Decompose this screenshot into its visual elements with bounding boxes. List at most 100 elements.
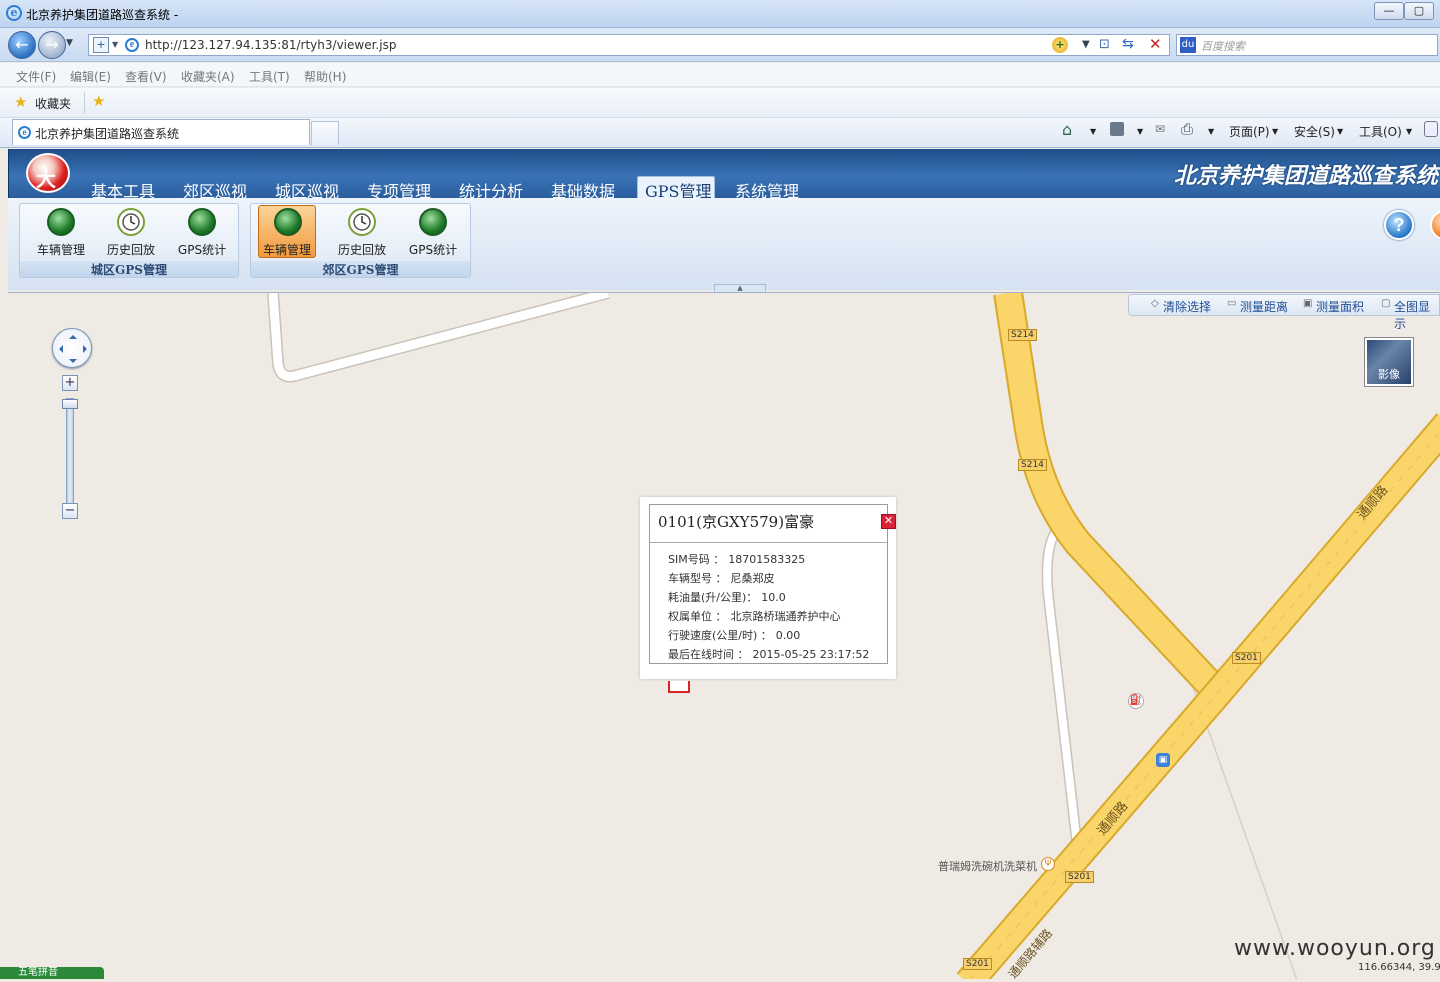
row-value: 尼桑郑皮 <box>730 572 775 585</box>
gps-stats-icon <box>188 208 216 236</box>
zoom-slider-thumb[interactable] <box>62 399 78 409</box>
menu-tools[interactable]: 工具(T) <box>249 68 290 85</box>
stop-icon[interactable]: ✕ <box>1149 35 1162 53</box>
clear-selection-button[interactable]: 清除选择 <box>1163 298 1211 315</box>
full-extent-button[interactable]: 全图显示 <box>1394 298 1440 332</box>
restaurant-icon[interactable]: Ψ <box>1041 857 1055 871</box>
page-icon: e <box>125 38 139 52</box>
popup-title: 0101(京GXY579)富豪 <box>658 513 815 531</box>
history-dropdown-icon[interactable]: ▼ <box>66 38 73 48</box>
suburb-vehicle-mgmt-button[interactable]: 车辆管理 <box>258 205 316 258</box>
tools-dropdown-icon[interactable]: ▼ <box>1406 127 1412 136</box>
app-title: 北京养护集团道路巡查系统 <box>1173 163 1438 189</box>
window-title: 北京养护集团道路巡查系统 - <box>26 8 179 22</box>
url-text[interactable]: http://123.127.94.135:81/rtyh3/viewer.js… <box>145 38 396 52</box>
suburb-history-replay-button[interactable]: 历史回放 <box>333 206 391 258</box>
tab-title: 北京养护集团道路巡查系统 <box>35 127 180 141</box>
ie-logo-icon: e <box>6 5 22 21</box>
compat-view-icon[interactable]: + <box>93 37 109 53</box>
menu-edit[interactable]: 编辑(E) <box>70 68 111 85</box>
bus-stop-icon[interactable]: ▣ <box>1156 753 1170 767</box>
road-shield-s214: S214 <box>1018 459 1047 471</box>
popup-row-speed: 行驶速度(公里/时) ： 0.00 <box>668 627 800 643</box>
city-vehicle-mgmt-button[interactable]: 车辆管理 <box>32 206 90 258</box>
help-icon[interactable]: ? <box>1384 210 1414 240</box>
favorites-button[interactable]: 收藏夹 <box>35 95 71 112</box>
road-shield-s201: S201 <box>1232 652 1261 664</box>
search-placeholder: 百度搜索 <box>1201 40 1245 53</box>
imagery-toggle-button[interactable]: 影像 <box>1364 337 1414 387</box>
mail-icon[interactable]: ✉ <box>1155 122 1165 136</box>
back-button[interactable]: ← <box>8 31 36 59</box>
row-value: 0.00 <box>775 629 801 642</box>
add-favorite-icon[interactable]: ★ <box>92 92 105 110</box>
baidu-icon: du <box>1180 37 1196 53</box>
eraser-icon: ◇ <box>1151 298 1159 309</box>
menu-file[interactable]: 文件(F) <box>16 68 56 85</box>
collapse-ribbon-handle[interactable]: ▲ <box>714 284 766 292</box>
tab-active[interactable]: e 北京养护集团道路巡查系统 <box>12 119 310 145</box>
row-key: SIM号码 ： <box>668 553 725 566</box>
row-key: 车辆型号 ： <box>668 572 727 585</box>
print-icon[interactable]: ⎙ <box>1181 120 1193 138</box>
button-label: 历史回放 <box>337 243 386 257</box>
poi-label[interactable]: 普瑞姆洗碗机洗菜机 <box>938 858 1037 874</box>
road-shield-s214: S214 <box>1008 329 1037 341</box>
compat-icon[interactable]: ⊡ <box>1099 37 1110 52</box>
pan-control[interactable] <box>52 328 92 368</box>
address-bar[interactable]: + ▼ e http://123.127.94.135:81/rtyh3/vie… <box>88 34 1170 56</box>
feeds-icon[interactable] <box>1110 122 1124 136</box>
minimize-button[interactable]: — <box>1374 2 1404 20</box>
home-dropdown-icon[interactable]: ▼ <box>1090 127 1096 136</box>
logo-glyph: 大 <box>36 167 56 191</box>
addon-icon[interactable]: + <box>1052 37 1068 53</box>
area-icon: ▣ <box>1303 298 1313 309</box>
button-label: 车辆管理 <box>262 243 311 257</box>
safety-menu[interactable]: 安全(S) <box>1294 123 1335 140</box>
gas-station-icon[interactable]: ⛽ <box>1128 693 1144 709</box>
home-icon[interactable]: ⌂ <box>1062 120 1072 139</box>
close-icon[interactable]: ✕ <box>881 514 896 529</box>
search-box[interactable]: du 百度搜索 <box>1176 34 1438 56</box>
forward-button[interactable]: → <box>38 31 66 59</box>
print-dropdown-icon[interactable]: ▼ <box>1208 127 1214 136</box>
menu-view[interactable]: 查看(V) <box>125 68 167 85</box>
row-value: 18701583325 <box>728 553 806 566</box>
refresh-icon[interactable]: ⇆ <box>1122 36 1134 52</box>
road-shield-s201: S201 <box>963 958 992 970</box>
menu-bar: 文件(F) 编辑(E) 查看(V) 收藏夹(A) 工具(T) 帮助(H) <box>0 63 1440 87</box>
watermark: www.wooyun.org <box>1234 936 1436 961</box>
maximize-button[interactable]: ▢ <box>1404 2 1434 20</box>
vehicle-info-popup: 0101(京GXY579)富豪 ✕ SIM号码 ： 18701583325 车辆型… <box>640 497 896 679</box>
suburb-gps-stats-button[interactable]: GPS统计 <box>404 206 462 258</box>
fullextent-icon: ▢ <box>1381 298 1391 309</box>
menu-favorites[interactable]: 收藏夹(A) <box>181 68 235 85</box>
button-label: GPS统计 <box>408 243 458 257</box>
vehicle-radar-icon <box>47 208 75 236</box>
ribbon-group-label: 城区GPS管理 <box>20 261 238 277</box>
help-cmd-icon[interactable] <box>1424 121 1438 137</box>
page-menu[interactable]: 页面(P) <box>1229 123 1270 140</box>
ime-indicator[interactable]: 五笔拼音 <box>0 967 104 979</box>
popup-row-sim: SIM号码 ： 18701583325 <box>668 551 805 567</box>
popup-row-owner: 权属单位 ：北京路桥瑞通养护中心 <box>668 608 841 624</box>
city-history-replay-button[interactable]: 历史回放 <box>102 206 160 258</box>
tools-menu[interactable]: 工具(O) <box>1359 123 1402 140</box>
button-label: GPS统计 <box>177 243 227 257</box>
safety-dropdown-icon[interactable]: ▼ <box>1337 127 1343 136</box>
city-gps-stats-button[interactable]: GPS统计 <box>173 206 231 258</box>
page-dropdown-icon[interactable]: ▼ <box>1272 127 1278 136</box>
menu-help[interactable]: 帮助(H) <box>304 68 346 85</box>
favorites-star-icon: ★ <box>14 93 28 111</box>
feeds-dropdown-icon[interactable]: ▼ <box>1137 127 1143 136</box>
popup-row-lastonline: 最后在线时间 ： 2015-05-25 23:17:52 <box>668 646 869 662</box>
zoom-out-button[interactable]: − <box>62 503 78 519</box>
app-logo: 大 <box>26 153 70 193</box>
zoom-slider[interactable] <box>66 398 74 504</box>
dropdown-icon[interactable]: ▼ <box>1082 39 1090 50</box>
new-tab-button[interactable] <box>311 121 339 145</box>
measure-area-button[interactable]: 测量面积 <box>1316 298 1364 315</box>
measure-distance-button[interactable]: 测量距离 <box>1240 298 1288 315</box>
zoom-in-button[interactable]: + <box>62 375 78 391</box>
vehicle-marker-icon[interactable] <box>668 681 690 693</box>
